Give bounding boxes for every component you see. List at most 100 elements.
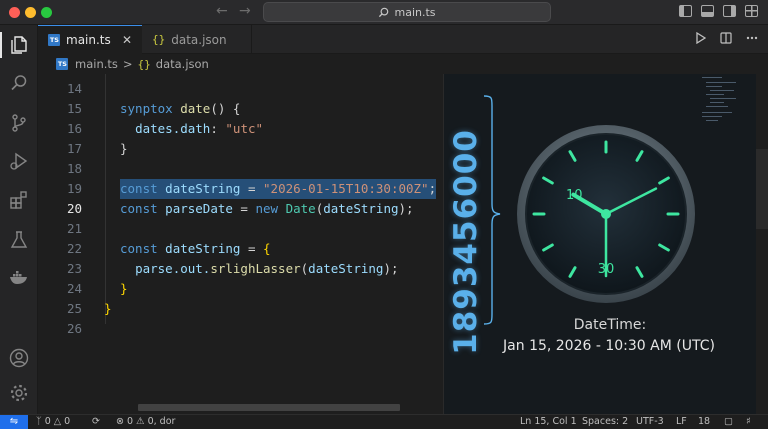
code-line: 25 } [38,299,443,319]
caption-date: Jan 15, 2026 - 10:30 AM (UTC) [503,338,715,354]
code-line-current: 20 const parseDate = new Date(dateString… [38,199,443,219]
settings-gear-icon[interactable] [9,383,29,403]
customize-layout-icon[interactable] [745,5,758,17]
toggle-panel-icon[interactable] [701,5,714,17]
sync-icon[interactable]: ⟳ [92,415,100,429]
code-line: 15 synptox date() { [38,99,443,119]
status-count: 0 [64,416,71,427]
eol-status[interactable]: LF [676,415,687,429]
docker-icon[interactable] [9,267,29,287]
code-line: 24 } [38,279,443,299]
code-token: const [120,181,158,196]
forward-arrow-icon[interactable]: → [239,3,251,19]
scrollbar-thumb[interactable] [756,149,768,229]
tab-label: main.ts [66,33,111,47]
json-file-icon: {} [152,33,166,46]
command-center-text: main.ts [394,5,436,19]
code-token: new [255,201,279,216]
code-token: ; [428,181,437,196]
encoding-status[interactable]: UTF-3 [636,415,664,429]
maximize-window-button[interactable] [41,7,52,18]
line-number: 16 [66,121,82,136]
code-token: srlighLasser [210,261,301,276]
code-token: "2026-01-15T10:30:00Z" [263,181,429,196]
testing-flask-icon[interactable] [9,230,29,250]
line-number: 24 [66,281,82,296]
editor-actions [695,32,758,44]
unix-timestamp: 1893456000 [448,129,484,355]
horizontal-scrollbar[interactable] [138,404,400,411]
minimize-window-button[interactable] [25,7,36,18]
indentation-status[interactable]: Spaces: 2 [582,415,628,429]
code-token: Date [285,201,316,216]
code-line: 19 const dateString = "2026-01-15T10:30:… [38,179,443,199]
active-indicator [0,32,2,58]
code-token: synptox [120,101,173,116]
code-line: 14 [38,79,443,99]
search-icon[interactable] [9,73,29,93]
line-number: 25 [66,301,82,316]
line-number: 26 [66,321,82,336]
code-token: = [240,181,264,196]
code-line: 21 [38,219,443,239]
selected-text: const dateString = "2026-01-15T10:30:00Z… [120,179,437,199]
toggle-primary-sidebar-icon[interactable] [679,5,692,17]
code-token: ); [383,261,399,276]
code-token: : [210,121,226,136]
source-control-icon[interactable] [9,113,29,133]
split-editor-icon[interactable] [720,32,732,44]
code-line: 22 const dateString = { [38,239,443,259]
notifications-bell-icon[interactable]: ♯ [746,415,751,429]
activity-bar [0,25,38,414]
code-line: 26 [38,319,443,339]
code-token: { [263,241,271,256]
code-token: } [120,141,128,156]
line-number: 18 [66,161,82,176]
search-icon [379,7,389,17]
analog-clock: 10 30 [517,125,695,303]
line-number: 20 [66,201,82,216]
toggle-secondary-sidebar-icon[interactable] [723,5,736,17]
code-line: 18 [38,159,443,179]
line-number: 19 [66,181,82,196]
run-icon[interactable] [695,32,706,44]
explorer-files-icon[interactable] [9,35,29,55]
status-bar: ⇋ ᛉ 0 △ 0 ⟳ ⊗ 0 ⚠ 0, dor Ln 15, Col 1 Sp… [0,414,768,429]
command-center-search[interactable]: main.ts [263,2,551,22]
branch-status[interactable]: ᛉ 0 △ 0 [36,415,70,429]
code-editor[interactable]: 14 15 synptox date() { 16 dates.dath: "u… [38,74,443,414]
cursor-position[interactable]: Ln 15, Col 1 [520,415,577,429]
minimap[interactable] [700,74,756,154]
tab-data-json[interactable]: {} data.json [142,25,252,54]
code-token: dates.dath [135,121,211,136]
breadcrumb-symbol[interactable]: data.json [156,57,209,71]
vertical-scrollbar[interactable] [756,74,768,414]
status-count: 0 [44,416,51,427]
run-and-debug-icon[interactable] [9,151,29,171]
breadcrumb-file[interactable]: main.ts [75,57,118,71]
more-actions-icon[interactable] [746,32,758,44]
code-token: parseDate [165,201,233,216]
caption-title: DateTime: [573,317,647,333]
breadcrumb: TS main.ts > {} data.json [38,54,768,74]
close-window-button[interactable] [9,7,20,18]
accounts-icon[interactable] [9,348,29,368]
breadcrumb-separator: > [122,57,133,71]
code-token: "utc" [225,121,264,136]
bracket-connector [483,95,501,325]
tab-label: data.json [171,32,227,47]
remote-indicator-icon[interactable]: ⇋ [0,415,28,429]
code-token: ); [398,201,414,216]
back-arrow-icon[interactable]: ← [216,3,228,19]
editor-tab-bar: TS main.ts ✕ {} data.json [38,25,768,54]
extensions-icon[interactable] [9,190,29,210]
tab-main-ts[interactable]: TS main.ts ✕ [38,25,142,54]
code-token: date [180,101,211,116]
extra-status[interactable]: 18 [698,415,710,429]
code-line: 23 parse.out.srlighLasser(dateString); [38,259,443,279]
clock-center-pin [601,209,611,219]
close-tab-icon[interactable]: ✕ [122,33,132,47]
layout-icon[interactable]: ▢ [724,415,733,429]
layout-controls [679,5,758,17]
problems-status[interactable]: ⊗ 0 ⚠ 0, dor [116,415,175,429]
